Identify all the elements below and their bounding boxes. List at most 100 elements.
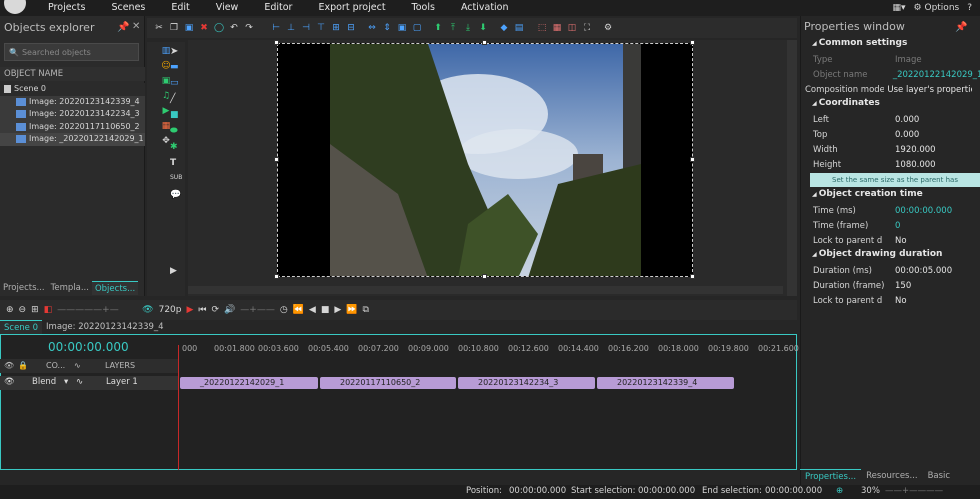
move-down-icon[interactable]: ⤓ <box>462 22 474 34</box>
grid-icon[interactable]: ⊞ <box>31 305 39 315</box>
playhead[interactable] <box>178 345 179 470</box>
stop-icon[interactable]: ■ <box>321 305 330 315</box>
resize-handle[interactable] <box>690 274 695 279</box>
blend-mode-select[interactable]: Blend <box>32 377 56 387</box>
volume-icon[interactable]: 🔊 <box>224 305 235 315</box>
menu-edit[interactable]: Edit <box>158 0 202 16</box>
prop-left[interactable]: Left 0.000 <box>810 112 980 127</box>
tab-resources[interactable]: Resources... <box>861 469 923 483</box>
resize-handle[interactable] <box>690 157 695 162</box>
prop-time-frame[interactable]: Time (frame) 0 <box>810 218 980 233</box>
prop-object-name[interactable]: Object name _20220122142029_1 <box>810 67 980 82</box>
scene-canvas[interactable] <box>277 43 693 277</box>
resize-handle[interactable] <box>482 40 487 45</box>
star-tool-icon[interactable]: ✱ <box>170 142 182 158</box>
resize-handle[interactable] <box>274 274 279 279</box>
canvas-horizontal-scrollbar[interactable] <box>188 286 783 294</box>
zoom-slider[interactable]: —————+— <box>57 305 137 315</box>
drawing-duration-section[interactable]: Object drawing duration <box>812 249 980 263</box>
text-tool-icon[interactable]: T <box>170 158 182 174</box>
pin-icon[interactable]: 📌 <box>117 22 129 33</box>
expand-icon[interactable]: ⛶ <box>581 22 593 34</box>
resize-handle[interactable] <box>482 274 487 279</box>
redo-icon[interactable]: ↷ <box>243 22 255 34</box>
tab-image-object[interactable]: Image: 20220123142339_4 <box>42 320 168 334</box>
play-icon[interactable]: ▶ <box>334 305 341 315</box>
audio-wave-icon[interactable]: ∿ <box>76 377 83 387</box>
volume-slider[interactable]: —+—— <box>240 305 275 315</box>
eye-icon[interactable]: 👁 <box>4 377 15 387</box>
prop-lock-parent-1[interactable]: Lock to parent d No <box>810 233 980 248</box>
tree-item-image-selected[interactable]: Image: _20220122142029_1 <box>0 133 145 146</box>
prop-duration-ms[interactable]: Duration (ms) 00:00:05.000 <box>810 263 980 278</box>
move-top-icon[interactable]: ⤒ <box>447 22 459 34</box>
clock-icon[interactable]: ◷ <box>280 305 288 315</box>
tree-item-image[interactable]: Image: 20220123142234_3 <box>0 108 145 121</box>
chevron-down-icon[interactable]: ▾ <box>64 377 68 387</box>
pointer-icon[interactable]: ➤ <box>170 46 182 62</box>
audio-wave-icon[interactable]: ∿ <box>74 361 81 370</box>
group-icon[interactable]: ◆ <box>498 22 510 34</box>
resize-handle[interactable] <box>690 40 695 45</box>
record-icon[interactable]: ◯ <box>213 22 225 34</box>
prop-lock-parent-2[interactable]: Lock to parent d No <box>810 293 980 308</box>
resize-icon[interactable]: ◫ <box>566 22 578 34</box>
help-icon[interactable]: ? <box>967 0 972 16</box>
next-frame-icon[interactable]: ⏩ <box>346 305 357 315</box>
undo-icon[interactable]: ↶ <box>228 22 240 34</box>
prop-time-ms[interactable]: Time (ms) 00:00:00.000 <box>810 203 980 218</box>
quality-select[interactable]: 720p <box>159 305 182 315</box>
tab-objects[interactable]: Objects... <box>91 281 139 295</box>
ellipse-tool-icon[interactable]: ⬬ <box>170 126 182 142</box>
common-settings-section[interactable]: Common settings <box>812 38 980 52</box>
search-input[interactable]: 🔍 Searched objects <box>4 43 139 61</box>
record-icon[interactable]: ▶ <box>187 305 194 315</box>
lock-icon[interactable]: 🔒 <box>18 361 28 370</box>
preview-quality-icon[interactable]: 👁 <box>142 305 153 315</box>
move-up-icon[interactable]: ⬆ <box>432 22 444 34</box>
menu-scenes[interactable]: Scenes <box>98 0 158 16</box>
creation-time-section[interactable]: Object creation time <box>812 189 980 203</box>
move-bottom-icon[interactable]: ⬇ <box>477 22 489 34</box>
same-size-button[interactable]: Set the same size as the parent has <box>810 173 980 187</box>
cut-icon[interactable]: ✂ <box>153 22 165 34</box>
eye-icon[interactable]: 👁 <box>4 361 14 370</box>
speech-bubble-icon[interactable]: 💬 <box>170 190 182 206</box>
menu-projects[interactable]: Projects <box>30 0 98 16</box>
align-top-icon[interactable]: ⊤ <box>315 22 327 34</box>
tab-projects[interactable]: Projects... <box>0 281 48 295</box>
timeline-clip[interactable]: _20220122142029_1 <box>180 377 318 389</box>
tab-basic-effects[interactable]: Basic effec... <box>923 469 980 495</box>
tree-item-image[interactable]: Image: 20220117110650_2 <box>0 120 145 133</box>
settings-icon[interactable]: ⚙ <box>602 22 614 34</box>
split-icon[interactable]: ⧉ <box>363 305 369 315</box>
subtitle-tool-icon[interactable]: SUB <box>170 174 182 190</box>
prev-frame-icon[interactable]: ⏪ <box>293 305 304 315</box>
fit-icon[interactable]: ▣ <box>396 22 408 34</box>
align-center-icon[interactable]: ⊥ <box>285 22 297 34</box>
add-icon[interactable]: ⊕ <box>6 305 14 315</box>
rectangle-tool-icon[interactable]: ▬ <box>170 62 182 78</box>
square-tool-icon[interactable]: ▭ <box>170 78 182 94</box>
expand-arrow-icon[interactable]: ▶ <box>170 266 182 282</box>
shape-tool-icon[interactable]: ■ <box>170 110 182 126</box>
prop-width[interactable]: Width 1920.000 <box>810 142 980 157</box>
align-left-icon[interactable]: ⊢ <box>270 22 282 34</box>
coordinates-section[interactable]: Coordinates <box>812 98 980 112</box>
tab-templates[interactable]: Templa... <box>48 281 92 295</box>
paste-icon[interactable]: ▣ <box>183 22 195 34</box>
close-icon[interactable]: ✕ <box>132 21 140 32</box>
align-middle-icon[interactable]: ⊞ <box>330 22 342 34</box>
delete-icon[interactable]: ✖ <box>198 22 210 34</box>
tree-item-scene[interactable]: Scene 0 <box>0 83 145 96</box>
layer-row[interactable]: 👁 Blend ▾ ∿ Layer 1 <box>0 376 178 390</box>
crop-icon[interactable]: ⬚ <box>536 22 548 34</box>
prop-duration-frame[interactable]: Duration (frame) 150 <box>810 278 980 293</box>
timeline-clip[interactable]: 20220123142339_4 <box>597 377 734 389</box>
tab-scene-0[interactable]: Scene 0 <box>0 320 43 334</box>
frame-icon[interactable]: ▦ <box>551 22 563 34</box>
menu-export-project[interactable]: Export project <box>305 0 398 16</box>
loop-icon[interactable]: ⟳ <box>212 305 220 315</box>
remove-icon[interactable]: ⊖ <box>19 305 27 315</box>
zoom-slider[interactable]: ——+———— <box>885 486 943 496</box>
